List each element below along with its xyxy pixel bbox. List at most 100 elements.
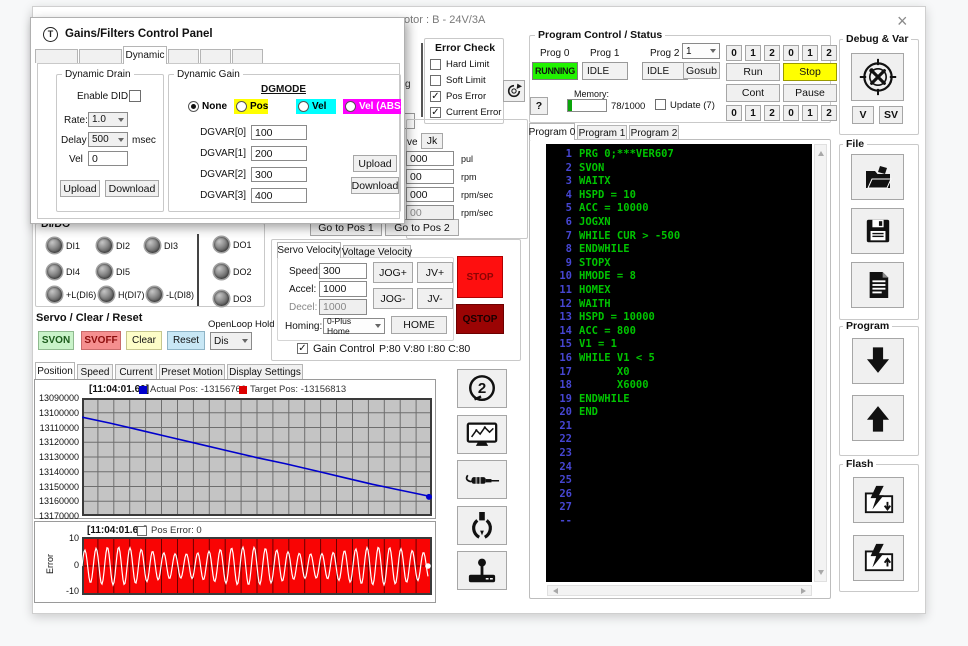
dgmode-option[interactable]: Pos (234, 99, 268, 114)
dgvar-input[interactable] (251, 125, 307, 140)
prog-digit-button[interactable]: 1 (745, 45, 761, 61)
qstop-button[interactable]: QSTOP (456, 304, 504, 334)
tool-button[interactable] (457, 460, 507, 499)
clear-button[interactable]: Clear (126, 331, 162, 350)
jog-field-input[interactable] (406, 169, 454, 184)
tab-program-1[interactable]: Program 1 (577, 125, 627, 140)
vel-input[interactable] (88, 151, 128, 166)
prog-digit-button[interactable]: 1 (745, 105, 761, 121)
dialog-tab-blank-3[interactable] (168, 49, 199, 63)
jog-plus-button[interactable]: JOG+ (373, 262, 413, 283)
dgvar-input[interactable] (251, 167, 307, 182)
update-checkbox[interactable] (655, 99, 666, 110)
scroll-right-icon[interactable] (801, 588, 806, 594)
stop-all-button[interactable]: Stop (783, 63, 837, 81)
accel-input[interactable] (319, 281, 367, 297)
file-save-button[interactable] (851, 208, 904, 254)
reset-button[interactable]: Reset (167, 331, 205, 350)
jk-button[interactable]: Jk (421, 133, 443, 149)
delay-select[interactable]: 500 (88, 132, 128, 147)
openloop-select[interactable]: Dis (210, 332, 252, 350)
jog-field-input[interactable] (406, 187, 454, 202)
prog-digit-button[interactable]: 0 (783, 105, 799, 121)
svon-button[interactable]: SVON (38, 331, 74, 350)
dgmode-option[interactable]: None (186, 99, 232, 114)
enable-did-checkbox[interactable] (129, 90, 141, 102)
drain-download-button[interactable]: Download (105, 180, 159, 197)
program-upload-button[interactable] (852, 395, 904, 441)
pos-error-checkbox[interactable] (137, 526, 147, 536)
dialog-tab-blank-1[interactable] (35, 49, 78, 63)
code-editor[interactable]: 1 PRG 0;***VER607 2 SVON 3 WAITX 4 HSPD = 10 5 AC… (546, 144, 812, 582)
file-new-button[interactable] (851, 262, 904, 308)
error-check-checkbox[interactable] (430, 75, 441, 86)
dgmode-radio[interactable] (188, 101, 199, 112)
flash-write-button[interactable] (853, 477, 904, 523)
jog-field-input[interactable] (406, 151, 454, 166)
tab-display-settings[interactable]: Display Settings (227, 364, 303, 379)
error-check-checkbox[interactable] (430, 107, 441, 118)
gripper-button[interactable] (457, 506, 507, 545)
program-download-button[interactable] (852, 338, 904, 384)
error-check-checkbox[interactable] (430, 59, 441, 70)
tab-program-2[interactable]: Program 2 (629, 125, 679, 140)
dgvar-input[interactable] (251, 188, 307, 203)
scroll-left-icon[interactable] (553, 588, 558, 594)
home-button[interactable]: HOME (391, 316, 447, 334)
scroll-down-icon[interactable] (818, 570, 824, 575)
dialog-tab-blank-5[interactable] (232, 49, 263, 63)
code-vscrollbar[interactable] (814, 144, 827, 582)
error-check-checkbox[interactable] (430, 91, 441, 102)
dgmode-radio[interactable] (345, 101, 356, 112)
pause-button[interactable]: Pause (783, 84, 837, 102)
file-open-button[interactable] (851, 154, 904, 200)
dialog-tab-blank-4[interactable] (200, 49, 231, 63)
tab-position[interactable]: Position (35, 362, 75, 379)
var-button[interactable]: V (852, 106, 874, 124)
code-hscrollbar[interactable] (547, 585, 812, 596)
drain-upload-button[interactable]: Upload (60, 180, 100, 197)
prog-digit-button[interactable]: 0 (726, 45, 742, 61)
dgmode-option[interactable]: Vel (ABS) (343, 99, 404, 114)
monitor-button[interactable] (457, 415, 507, 454)
prog-digit-button[interactable]: 1 (802, 105, 818, 121)
tab-servo-velocity[interactable]: Servo Velocity (277, 242, 341, 258)
jv-plus-button[interactable]: JV+ (417, 262, 453, 283)
debug-button[interactable] (851, 53, 904, 101)
run-button[interactable]: Run (726, 63, 780, 81)
cont-button[interactable]: Cont (726, 84, 780, 102)
tab-program-0[interactable]: Program 0 (529, 123, 575, 140)
jog-minus-button[interactable]: JOG- (373, 288, 413, 309)
scroll-up-icon[interactable] (818, 151, 824, 156)
prog-digit-button[interactable]: 0 (726, 105, 742, 121)
jv-minus-button[interactable]: JV- (417, 288, 453, 309)
prog-digit-button[interactable]: 2 (821, 45, 837, 61)
svoff-button[interactable]: SVOFF (81, 331, 121, 350)
gain-control-checkbox[interactable] (297, 343, 308, 354)
dgmode-radio[interactable] (236, 101, 247, 112)
prog-digit-button[interactable]: 0 (783, 45, 799, 61)
close-icon[interactable]: × (897, 11, 908, 32)
gain-download-button[interactable]: Download (351, 177, 399, 194)
rate-select[interactable]: 1.0 (88, 112, 128, 127)
speed-input[interactable] (319, 263, 367, 279)
dialog-tab-blank-2[interactable] (79, 49, 122, 63)
stop-button[interactable]: STOP (457, 256, 503, 298)
gosub-target-select[interactable]: 1 (682, 43, 720, 59)
axis2-button[interactable]: 2 (457, 369, 507, 408)
dgvar-input[interactable] (251, 146, 307, 161)
joystick-button[interactable] (457, 551, 507, 590)
prog-digit-button[interactable]: 2 (764, 105, 780, 121)
gosub-button[interactable]: Gosub (683, 62, 720, 79)
sysvar-button[interactable]: SV (879, 106, 903, 124)
dgmode-radio[interactable] (298, 101, 309, 112)
flash-read-button[interactable] (853, 535, 904, 581)
prog-digit-button[interactable]: 2 (764, 45, 780, 61)
tab-current[interactable]: Current (115, 364, 157, 379)
tab-speed[interactable]: Speed (77, 364, 113, 379)
dgmode-option[interactable]: Vel (296, 99, 336, 114)
prog-digit-button[interactable]: 1 (802, 45, 818, 61)
homing-select[interactable]: 0-Plus Home (323, 316, 385, 336)
error-refresh-button[interactable] (503, 80, 525, 102)
tab-preset-motion[interactable]: Preset Motion (159, 364, 225, 379)
